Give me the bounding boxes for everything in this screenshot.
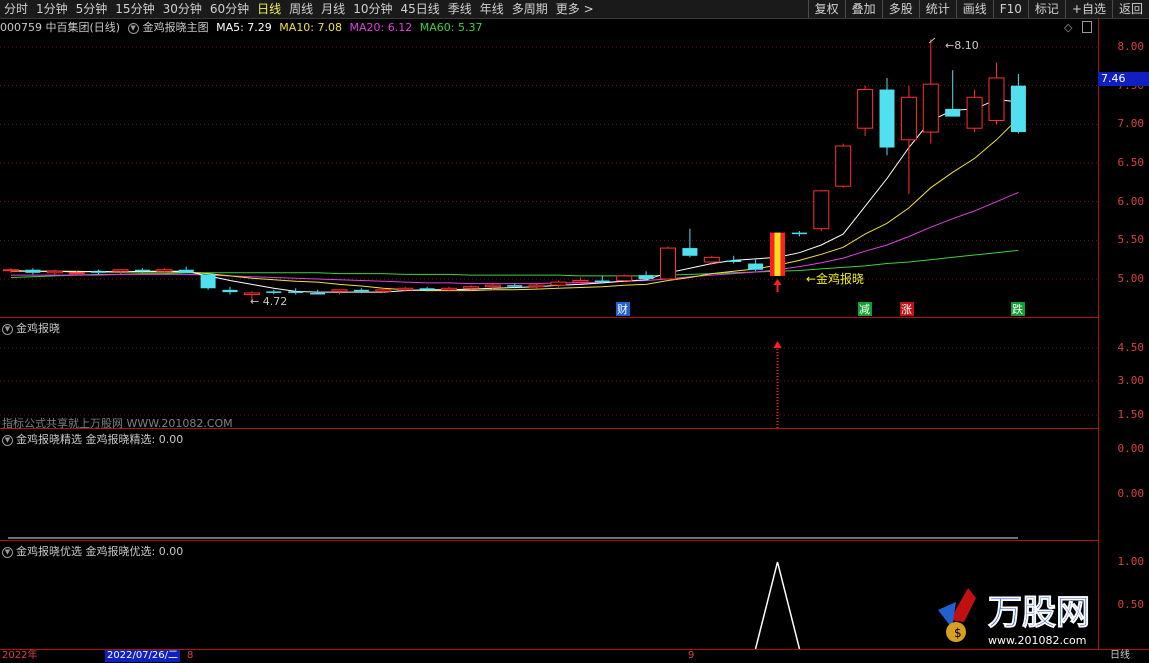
watermark-text: 指标公式共享就上万股网 WWW.201082.COM [2,417,233,430]
candle-body [46,270,63,274]
candle-body [594,280,610,283]
svg-text:$: $ [954,626,962,640]
high-arrow [928,37,936,44]
panel3-axis-label: 1.00 [1117,555,1145,568]
cursor-date: 2022/07/26/二 [105,650,181,662]
candle-body [397,287,414,291]
svg-text:www.201082.com: www.201082.com [988,634,1086,647]
main-axis-label: 5.50 [1117,233,1145,247]
candle-body [462,286,479,289]
candle-body [68,272,85,275]
candle-body [200,274,216,289]
panel2-title[interactable]: ▼ 金鸡报晓精选 金鸡报晓精选: 0.00 [2,431,183,447]
mark-text: 财 [617,302,628,316]
mark-text: 涨 [901,303,912,316]
candle-body [900,96,917,141]
panel3-dropdown-icon[interactable]: ▼ [2,546,13,558]
main-axis-label: 8.00 [1117,40,1145,53]
candle-body [178,269,194,273]
panel2-dropdown-icon[interactable]: ▼ [2,434,13,446]
candle-body [25,269,41,273]
candle-body [988,77,1005,121]
candle-body [572,280,589,283]
wangu-logo: $ 万股网 www.201082.com [930,580,1120,650]
candle-body [748,263,764,270]
panel-divider [0,317,1098,318]
tool-button-8[interactable]: 返回 [1111,0,1149,18]
high-price-label: ←8.10 [945,39,979,52]
candle-body [353,289,369,292]
candle-body [813,190,830,230]
low-price-label: ← 4.72 [250,295,287,308]
candle-body [879,89,895,148]
candle-body [266,291,282,293]
candle-body [550,281,567,286]
candle-body [441,287,457,291]
candle-body [1010,85,1026,133]
panel1-dropdown-icon[interactable]: ▼ [2,323,13,335]
candle-body [3,269,19,272]
candle-body [638,275,654,279]
price-axis: 8.007.507.006.506.005.505.004.503.001.50… [1098,19,1149,662]
signal-candle-core [774,232,781,276]
panel-divider [0,540,1098,541]
candle-body [966,96,983,129]
candle-body [703,256,720,263]
mark-text: 跌 [1012,302,1023,316]
mark-text: 减 [859,303,870,316]
candle-body [331,289,348,292]
candle-body [857,89,874,129]
signal-label: ←金鸡报晓 [806,271,864,286]
candle-body [660,247,676,280]
candle-body [682,248,698,256]
signal-arrow-head [773,279,782,285]
panel2-axis-label: 0.00 [1117,487,1145,500]
candle-body [156,269,173,272]
candle-body [528,284,545,288]
month-label-8: 8 [187,650,194,661]
candle-body [375,289,392,292]
panel1-axis-label: 4.50 [1117,341,1145,354]
candle-body [922,83,939,133]
candle-body [419,288,435,290]
candle-body [616,275,633,282]
main-axis-label: 6.50 [1117,156,1145,169]
candle-body [945,108,961,117]
candle-body [484,284,501,288]
svg-text:万股网: 万股网 [988,593,1090,633]
panel3-peak-line [754,561,801,649]
period-label: 日线 [1110,650,1130,661]
candle-body [507,285,523,287]
candle-body [91,271,107,273]
main-axis-label: 7.00 [1117,117,1145,131]
ma10-line [11,117,1019,292]
candle-body [310,292,326,295]
candle-body [112,269,129,272]
panel1-axis-label: 3.00 [1117,374,1145,387]
year-label: 2022年 [2,650,38,661]
main-axis-label: 6.00 [1117,194,1145,208]
panel3-axis-label: 0.50 [1117,598,1145,611]
current-price-tag: 7.46 [1098,72,1149,86]
candle-body [288,291,304,293]
candle-body [791,232,807,235]
panel1-title[interactable]: ▼ 金鸡报晓 [2,320,60,336]
candle-body [222,289,238,293]
panel1-axis-label: 1.50 [1117,408,1145,421]
candle-body [835,145,852,187]
date-axis: 2022年 2022/07/26/二 8 9 日线 [0,649,1149,663]
candle-body [726,260,742,262]
panel1-signal-arrow [773,341,782,348]
candle-body [134,269,150,272]
panel2-axis-label: 0.00 [1117,442,1145,455]
ma60-line [10,249,1019,278]
month-label-9: 9 [688,650,695,661]
main-axis-label: 5.00 [1117,272,1145,285]
panel3-title[interactable]: ▼ 金鸡报晓优选 金鸡报晓优选: 0.00 [2,543,183,559]
logo-graphic-icon: $ 万股网 www.201082.com [938,588,1090,647]
